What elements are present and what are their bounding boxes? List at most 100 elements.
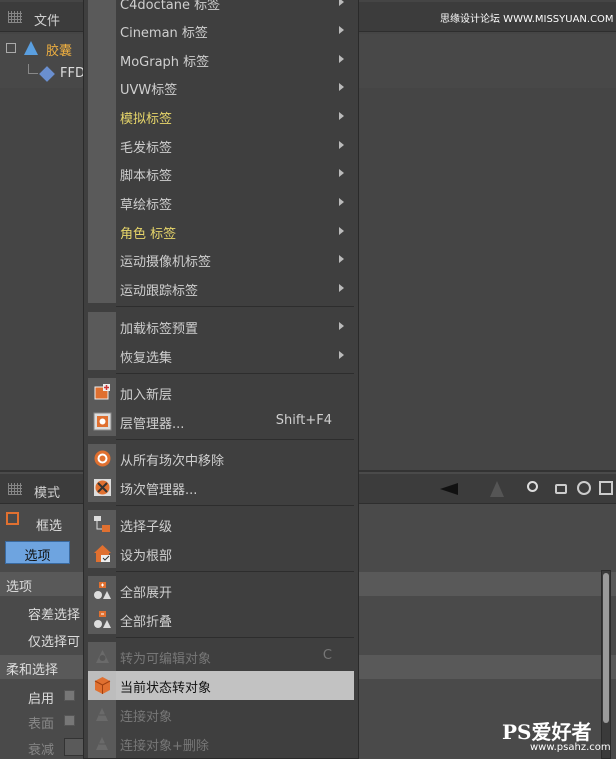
menu-item-layer-manager[interactable]: 层管理器... Shift+F4 <box>88 407 354 436</box>
menu-item-label: Cineman 标签 <box>120 26 208 41</box>
menu-item-label: 连接对象+删除 <box>120 739 209 754</box>
menu-shortcut: C <box>322 648 332 663</box>
tab-options-label: 选项 <box>24 549 51 564</box>
menu-item-take-manager[interactable]: 场次管理器... <box>88 473 354 502</box>
menu-item-simulation-tags[interactable]: 模拟标签 <box>88 102 354 131</box>
menu-item-motion-camera-tags[interactable]: 运动摄像机标签 <box>88 245 354 274</box>
file-menu[interactable]: 文件 <box>34 10 60 29</box>
submenu-arrow-icon <box>339 83 344 91</box>
surface-checkbox[interactable] <box>64 715 75 726</box>
menu-item-label: 毛发标签 <box>120 141 173 156</box>
menu-item-uvw-tags[interactable]: UVW标签 <box>88 73 354 102</box>
tree-item-ffd-label[interactable]: FFD <box>60 66 85 81</box>
menu-item-make-editable[interactable]: 转为可编辑对象 C <box>88 642 354 671</box>
menu-item-remove-from-all-takes[interactable]: 从所有场次中移除 <box>88 444 354 473</box>
menu-item-label: 设为根部 <box>120 549 173 564</box>
target-icon[interactable] <box>577 481 591 495</box>
menu-gutter <box>88 312 116 341</box>
watermark-brand: PS爱好者 <box>502 720 592 744</box>
select-children-icon <box>94 516 110 532</box>
add-layer-icon <box>94 384 110 400</box>
menu-item-label: 草绘标签 <box>120 198 173 213</box>
menu-item-c4doctane-tags[interactable]: C4doctane 标签 <box>88 0 354 17</box>
search-icon[interactable] <box>527 481 538 492</box>
submenu-arrow-icon <box>339 55 344 63</box>
menu-item-label: C4doctane 标签 <box>120 0 221 13</box>
menu-gutter <box>88 73 116 102</box>
menu-separator <box>116 571 354 572</box>
menu-item-label: 恢复选集 <box>120 351 173 366</box>
tree-connector <box>28 64 38 74</box>
menu-item-cineman-tags[interactable]: Cineman 标签 <box>88 16 354 45</box>
menu-gutter <box>88 159 116 188</box>
menu-item-label: MoGraph 标签 <box>120 55 210 70</box>
menu-gutter <box>88 188 116 217</box>
submenu-arrow-icon <box>339 351 344 359</box>
menu-item-label: 转为可编辑对象 <box>120 652 212 667</box>
menu-gutter <box>88 341 116 370</box>
submenu-arrow-icon <box>339 284 344 292</box>
tree-item-capsule-label[interactable]: 胶囊 <box>46 40 72 59</box>
menu-item-label: 加载标签预置 <box>120 322 199 337</box>
mode-menu[interactable]: 模式 <box>34 482 60 501</box>
menu-item-load-tag-preset[interactable]: 加载标签预置 <box>88 312 354 341</box>
menu-item-script-tags[interactable]: 脚本标签 <box>88 159 354 188</box>
section-options-label: 选项 <box>6 580 33 595</box>
tolerance-label: 容差选择 <box>28 608 81 623</box>
context-menu: C4doctane 标签 Cineman 标签 MoGraph 标签 UVW标签… <box>83 0 359 759</box>
submenu-arrow-icon <box>339 112 344 120</box>
watermark-bottom: PS爱好者 www.psahz.com <box>500 716 612 756</box>
forward-arrow-icon[interactable] <box>490 481 504 497</box>
menu-gutter <box>88 45 116 74</box>
menu-item-add-new-layer[interactable]: 加入新层 <box>88 378 354 407</box>
menu-item-select-children[interactable]: 选择子级 <box>88 510 354 539</box>
menu-item-character-tags[interactable]: 角色 标签 <box>88 217 354 246</box>
panel-grip-icon[interactable] <box>8 11 22 23</box>
lock-icon[interactable] <box>555 484 567 494</box>
enable-checkbox[interactable] <box>64 690 75 701</box>
menu-separator <box>116 306 354 307</box>
menu-item-restore-selection[interactable]: 恢复选集 <box>88 341 354 370</box>
collapse-all-icon <box>94 611 111 628</box>
current-state-to-object-icon <box>94 677 111 694</box>
menu-item-hair-tags[interactable]: 毛发标签 <box>88 131 354 160</box>
menu-item-label: 模拟标签 <box>120 112 173 127</box>
menu-item-label: 运动摄像机标签 <box>120 255 212 270</box>
watermark-top: 思缘设计论坛 WWW.MISSYUAN.COM <box>440 14 614 25</box>
menu-item-collapse-all[interactable]: 全部折叠 <box>88 605 354 634</box>
connect-delete-icon <box>96 737 108 750</box>
surface-label: 表面 <box>28 717 55 732</box>
menu-item-label: 层管理器... <box>120 417 185 432</box>
set-root-icon <box>94 545 111 562</box>
back-arrow-icon[interactable] <box>440 483 458 495</box>
layer-manager-icon <box>93 412 112 431</box>
submenu-arrow-icon <box>339 198 344 206</box>
menu-item-label: 运动跟踪标签 <box>120 284 199 299</box>
menu-gutter <box>88 245 116 274</box>
remove-take-icon <box>94 450 111 467</box>
ffd-icon <box>39 66 55 82</box>
scrollbar-thumb[interactable] <box>603 573 609 723</box>
watermark-url: www.psahz.com <box>530 742 611 753</box>
menu-shortcut: Shift+F4 <box>275 413 332 428</box>
menu-item-current-state-to-object[interactable]: 当前状态转对象 <box>88 671 354 700</box>
menu-item-set-as-root[interactable]: 设为根部 <box>88 539 354 568</box>
menu-item-mograph-tags[interactable]: MoGraph 标签 <box>88 45 354 74</box>
tab-options[interactable]: 选项 <box>5 541 70 564</box>
submenu-arrow-icon <box>339 322 344 330</box>
menu-item-label: 加入新层 <box>120 388 173 403</box>
menu-item-sketch-tags[interactable]: 草绘标签 <box>88 188 354 217</box>
panel-grip-icon-2[interactable] <box>8 483 22 495</box>
menu-item-label: 连接对象 <box>120 710 173 725</box>
new-panel-icon[interactable] <box>599 481 613 495</box>
menu-item-connect-and-delete[interactable]: 连接对象+删除 <box>88 729 354 758</box>
section-soft-label: 柔和选择 <box>6 663 59 678</box>
menu-item-expand-all[interactable]: 全部展开 <box>88 576 354 605</box>
menu-item-label: 选择子级 <box>120 520 173 535</box>
tree-expand-icon[interactable] <box>6 43 16 53</box>
menu-item-connect-objects[interactable]: 连接对象 <box>88 700 354 729</box>
expand-all-icon <box>94 582 111 599</box>
menu-item-label: 角色 标签 <box>120 227 177 242</box>
menu-gutter <box>88 16 116 45</box>
menu-item-motion-tracking-tags[interactable]: 运动跟踪标签 <box>88 274 354 303</box>
